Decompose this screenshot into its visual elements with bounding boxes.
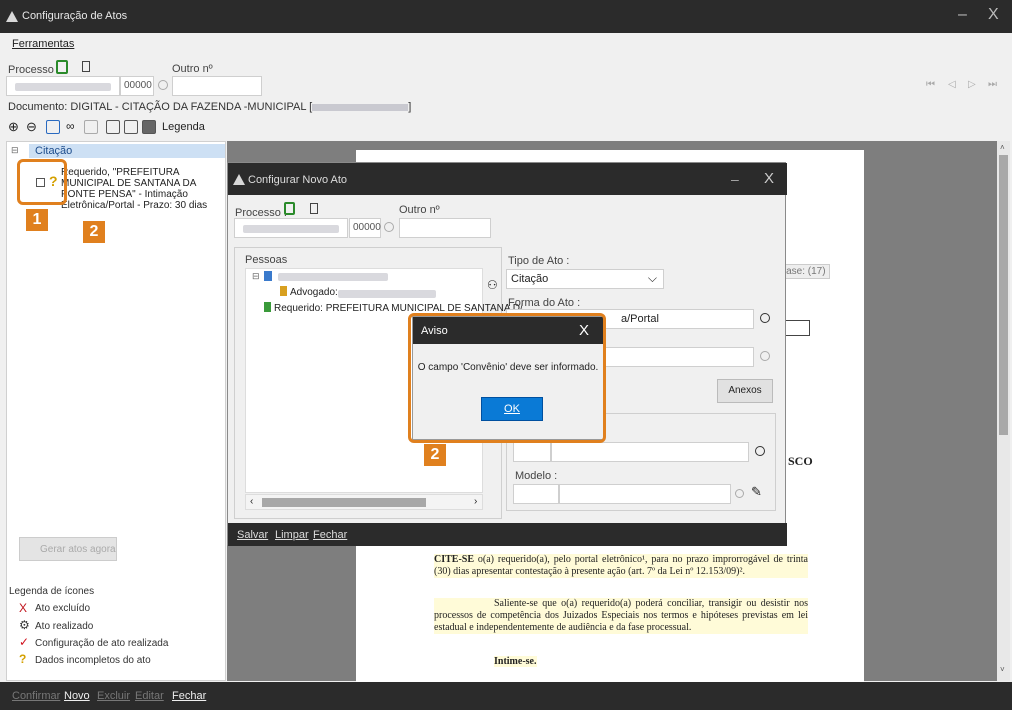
editar-button[interactable]: Editar [135,690,164,702]
legend-incomplete: Dados incompletos do ato [35,655,151,666]
minimize-button[interactable]: – [958,6,967,24]
binoculars-icon[interactable]: ∞ [66,119,75,133]
lock-icon[interactable] [56,60,68,74]
dialog-title: Configurar Novo Ato [248,174,348,186]
zoom-in-icon[interactable]: ⊕ [8,119,19,135]
legend-title: Legenda de ícones [9,586,95,597]
print-icon[interactable] [46,120,60,134]
group-code-field[interactable] [513,442,551,462]
fechar-button[interactable]: Fechar [172,690,206,702]
processo-label: Processo [8,64,54,76]
nav-next-icon[interactable]: ▷ [968,79,976,90]
sco-text: SCO [788,454,813,468]
advogado-label[interactable]: Advogado: [290,287,338,298]
page-fill-icon[interactable] [142,120,156,134]
chevron-down-icon: ⌵ [647,271,657,285]
nav-first-icon[interactable]: ⏮ [926,79,935,90]
close-button[interactable]: X [988,6,999,24]
dialog-search-icon[interactable] [384,222,394,232]
tree-item-text[interactable]: Requerido, "PREFEITURA MUNICIPAL DE SANT… [61,167,225,211]
app-logo-icon [6,11,18,22]
check-icon: ✓ [19,635,30,649]
page-icon[interactable] [106,120,120,134]
dialog-title-bar: Configurar Novo Ato – X [228,163,787,195]
dialog-outro-label: Outro nº [399,204,440,216]
legenda-button[interactable]: Legenda [162,121,205,133]
zoom-out-icon[interactable]: ⊖ [26,119,37,135]
highlight-box-1 [17,159,67,205]
outro-label: Outro nº [172,63,213,75]
novo-button[interactable]: Novo [64,690,90,702]
title-bar: Configuração de Atos – X [0,0,1012,33]
confirmar-button[interactable]: Confirmar [12,690,60,702]
gear-icon: ⚙ [19,618,30,632]
paragraph-cite: CITE-SE o(a) requerido(a), pelo portal e… [434,554,808,578]
badge-1: 1 [26,209,48,231]
modelo-code-field[interactable] [513,484,559,504]
window-title: Configuração de Atos [22,10,128,22]
salvar-button[interactable]: Salvar [237,529,268,541]
paragraph-intime: Intime-se. [494,656,537,667]
pessoas-label: Pessoas [245,254,288,266]
document-line: Documento: DIGITAL - CITAÇÃO DA FAZENDA … [8,101,412,113]
legend-realized: Ato realizado [35,621,94,632]
forma-search-icon[interactable] [760,313,770,323]
dialog-fechar-button[interactable]: Fechar [313,529,347,541]
tree-root[interactable]: Citação [29,144,225,158]
badge-2: 2 [83,221,105,243]
advogado-icon [280,286,287,296]
pessoas-collapse-icon[interactable]: ⊟ [252,271,260,282]
modelo-edit-icon[interactable]: ✎ [751,484,762,500]
question-icon: ? [19,652,27,666]
copy-icon[interactable] [84,120,98,134]
group-search-icon[interactable] [755,446,765,456]
processo-suffix-field[interactable]: 00000 [120,76,154,96]
menu-bar: Ferramentas [0,34,1012,54]
dialog-footer: Salvar Limpar Fechar [228,523,787,546]
nav-last-icon[interactable]: ⏭ [988,79,997,90]
anexos-button[interactable]: Anexos [717,379,773,403]
badge-3: 2 [424,444,446,466]
dialog-outro-field[interactable] [399,218,491,238]
modelo-label: Modelo : [515,470,558,482]
legend-config: Configuração de ato realizada [35,638,169,649]
menu-ferramentas[interactable]: Ferramentas [12,38,74,50]
add-person-icon[interactable]: ⚇ [487,278,498,292]
modelo-value-field[interactable] [559,484,731,504]
modelo-search-icon[interactable] [735,489,744,498]
nav-prev-icon[interactable]: ◁ [948,79,956,90]
document-scrollbar[interactable]: ˄ ˅ [997,141,1010,681]
highlight-box-2 [408,313,606,443]
dialog-lock-icon[interactable] [284,202,295,215]
dialog-processo-field[interactable] [234,218,348,238]
bottom-bar: Confirmar Novo Excluir Editar Fechar [0,682,1012,710]
processo-number-field[interactable] [6,76,120,96]
pessoas-hscrollbar[interactable]: ‹ › [245,494,483,510]
tipo-select[interactable]: Citação ⌵ [506,269,664,289]
excluded-icon: X [19,601,28,615]
tipo-label: Tipo de Ato : [508,255,570,267]
person-icon [264,271,272,281]
search-icon[interactable] [158,80,168,90]
dialog-minimize-button[interactable]: – [731,171,739,187]
gerar-atos-button[interactable]: Gerar atos agora [19,537,117,561]
requerido-icon [264,302,271,312]
excluir-button[interactable]: Excluir [97,690,130,702]
bookmark-icon[interactable] [82,61,90,72]
group-value-field[interactable] [551,442,749,462]
page-double-icon[interactable] [124,120,138,134]
processo-row: Processo 00000 Outro nº ⏮ ◁ ▷ ⏭ [0,55,1012,99]
legend-excluded: Ato excluído [35,603,91,614]
tree-pane: ⊟ Citação ? Requerido, "PREFEITURA MUNIC… [6,141,226,681]
dialog-logo-icon [233,174,245,185]
dialog-suffix-field[interactable]: 00000 [349,218,381,238]
limpar-button[interactable]: Limpar [275,529,309,541]
dialog-bookmark-icon[interactable] [310,203,318,214]
forma-label: Forma do Ato : [508,297,581,309]
paragraph-saliente: Saliente-se que o(a) requerido(a) poderá… [434,598,808,634]
collapse-icon[interactable]: ⊟ [11,145,19,156]
dialog-close-button[interactable]: X [764,170,774,187]
convenio-search-icon[interactable] [760,351,770,361]
outro-field[interactable] [172,76,262,96]
